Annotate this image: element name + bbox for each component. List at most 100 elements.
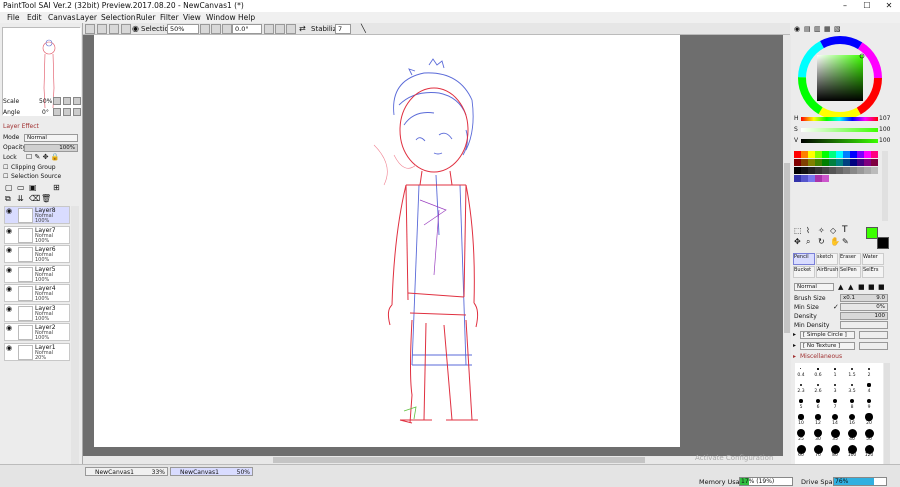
palette-swatch[interactable] [829, 159, 836, 166]
hand-icon[interactable]: ✋ [830, 237, 840, 246]
canvas-paper[interactable] [94, 35, 680, 447]
hsv-slider-tab-icon[interactable]: ▥ [814, 25, 821, 33]
brush-size-dot[interactable] [834, 368, 836, 370]
menu-edit[interactable]: Edit [27, 12, 42, 23]
hue-slider[interactable] [801, 117, 878, 121]
brush-tool-selers[interactable]: SelErs [862, 266, 884, 278]
new-folder-icon[interactable]: ▭ [17, 183, 25, 192]
rgb-slider-tab-icon[interactable]: ▤ [804, 25, 811, 33]
text-tool-icon[interactable]: T [842, 225, 848, 235]
blend-mode-select[interactable]: Normal [24, 134, 78, 142]
swatches-tab-icon[interactable]: ▦ [824, 25, 831, 33]
brush-tool-bucket[interactable]: Bucket [793, 266, 815, 278]
brush-size-presets[interactable]: 0.4 0.6 1 1.5 2 2.3 2.6 3 3.5 4 5 6 7 8 9 10 12 14 16 20 25 3… [795, 363, 883, 464]
rotate-reset-button[interactable] [286, 24, 296, 34]
value-slider[interactable] [801, 139, 878, 143]
brush-tool-selpen[interactable]: SelPen [839, 266, 861, 278]
palette-swatch[interactable] [864, 151, 871, 158]
close-button[interactable]: ✕ [878, 0, 900, 12]
layer-item[interactable]: ◉ Layer5 Normal 100% [4, 264, 70, 283]
layer-item[interactable]: ◉ Layer1 Normal 20% [4, 342, 70, 361]
menu-selection[interactable]: Selection [101, 12, 136, 23]
rotate-ccw-button[interactable] [53, 108, 61, 116]
palette-swatch[interactable] [836, 167, 843, 174]
brush-size-scrollbar[interactable] [884, 363, 890, 464]
canvas-tab-2[interactable]: NewCanvas1 50% [170, 467, 253, 476]
palette-swatch[interactable] [808, 167, 815, 174]
min-size-slider[interactable]: 0% [840, 303, 888, 311]
visibility-eye-icon[interactable]: ◉ [6, 227, 15, 235]
layer-item[interactable]: ◉ Layer3 Normal 100% [4, 303, 70, 322]
palette-swatch[interactable] [801, 151, 808, 158]
palette-swatch[interactable] [822, 175, 829, 182]
menu-filter[interactable]: Filter [160, 12, 179, 23]
canvas-tab-1[interactable]: NewCanvas1 33% [85, 467, 168, 476]
horizontal-scroll-thumb[interactable] [273, 457, 645, 463]
secondary-color-swatch[interactable] [877, 237, 889, 249]
canvas-horizontal-scrollbar[interactable]: Activate Configuration [83, 454, 791, 464]
brush-blend-mode-select[interactable]: Normal [794, 283, 834, 291]
brush-size-dot[interactable] [833, 383, 837, 387]
zoom-field[interactable]: 50% [167, 24, 199, 34]
scale-reset-button[interactable] [73, 97, 81, 105]
canvas-viewport[interactable] [83, 35, 783, 458]
layer-props-icon[interactable]: ⊞ [53, 183, 60, 192]
invert-selection-button[interactable] [121, 24, 131, 34]
brush-size-dot[interactable] [849, 398, 855, 404]
palette-swatch[interactable] [843, 159, 850, 166]
palette-swatch[interactable] [850, 159, 857, 166]
palette-swatch[interactable] [836, 151, 843, 158]
palette-swatch[interactable] [829, 151, 836, 158]
brush-tool-airbrush[interactable]: AirBrush [816, 266, 838, 278]
palette-swatch[interactable] [815, 175, 822, 182]
layer-item[interactable]: ◉ Layer8 Normal 100% [4, 206, 70, 224]
miscellaneous-label[interactable]: Miscellaneous [800, 353, 842, 360]
deselect-button[interactable] [109, 24, 119, 34]
palette-swatch[interactable] [808, 159, 815, 166]
menu-canvas[interactable]: Canvas [48, 12, 76, 23]
menu-window[interactable]: Window [206, 12, 236, 23]
brush-size-dot[interactable] [800, 368, 802, 370]
canvas-vertical-scrollbar[interactable] [783, 35, 791, 458]
maximize-button[interactable]: ☐ [856, 0, 878, 12]
rotate-left-button[interactable] [264, 24, 274, 34]
saturation-slider[interactable] [801, 128, 878, 132]
layer-item[interactable]: ◉ Layer4 Normal 100% [4, 284, 70, 302]
palette-swatch[interactable] [850, 151, 857, 158]
misc-expand-icon[interactable]: ▸ [793, 353, 796, 360]
density-slider[interactable]: 100 [840, 312, 888, 320]
palette-swatch[interactable] [822, 159, 829, 166]
palette-swatch[interactable] [864, 167, 871, 174]
lock-icons[interactable]: ☐ ✎ ✥ 🔒 [26, 153, 59, 161]
palette-swatch[interactable] [801, 175, 808, 182]
magic-wand-icon[interactable]: ✧ [818, 226, 825, 235]
brush-texture-select[interactable]: [ No Texture ] [800, 342, 855, 350]
brush-shape-select[interactable]: [ Simple Circle ] [800, 331, 855, 339]
palette-swatch[interactable] [857, 167, 864, 174]
brush-size-dot[interactable] [817, 368, 819, 370]
palette-swatch[interactable] [808, 175, 815, 182]
brush-size-dot[interactable] [832, 414, 838, 420]
visibility-eye-icon[interactable]: ◉ [6, 266, 15, 274]
palette-swatch[interactable] [829, 167, 836, 174]
visibility-eye-icon[interactable]: ◉ [6, 325, 15, 332]
menu-layer[interactable]: Layer [76, 12, 97, 23]
brush-texture-strength[interactable] [859, 342, 888, 350]
zoom-out-button[interactable] [200, 24, 210, 34]
palette-swatch[interactable] [871, 167, 878, 174]
brush-size-dot[interactable] [832, 398, 838, 404]
brush-size-dot[interactable] [798, 414, 804, 420]
palette-swatch[interactable] [794, 167, 801, 174]
texture-expand-icon[interactable]: ▸ [793, 342, 796, 349]
angle-reset-button[interactable] [73, 108, 81, 116]
palette-swatch[interactable] [857, 159, 864, 166]
palette-swatch[interactable] [794, 151, 801, 158]
brush-tool-sketch[interactable]: sketch [816, 253, 838, 265]
menu-file[interactable]: File [7, 12, 20, 23]
brush-tool-eraser[interactable]: Eraser [839, 253, 861, 265]
palette-swatch[interactable] [843, 151, 850, 158]
layer-item[interactable]: ◉ Layer7 Normal 100% [4, 225, 70, 244]
redo-button[interactable] [97, 24, 107, 34]
palette-swatch[interactable] [815, 167, 822, 174]
brush-tool-water[interactable]: Water [862, 253, 884, 265]
